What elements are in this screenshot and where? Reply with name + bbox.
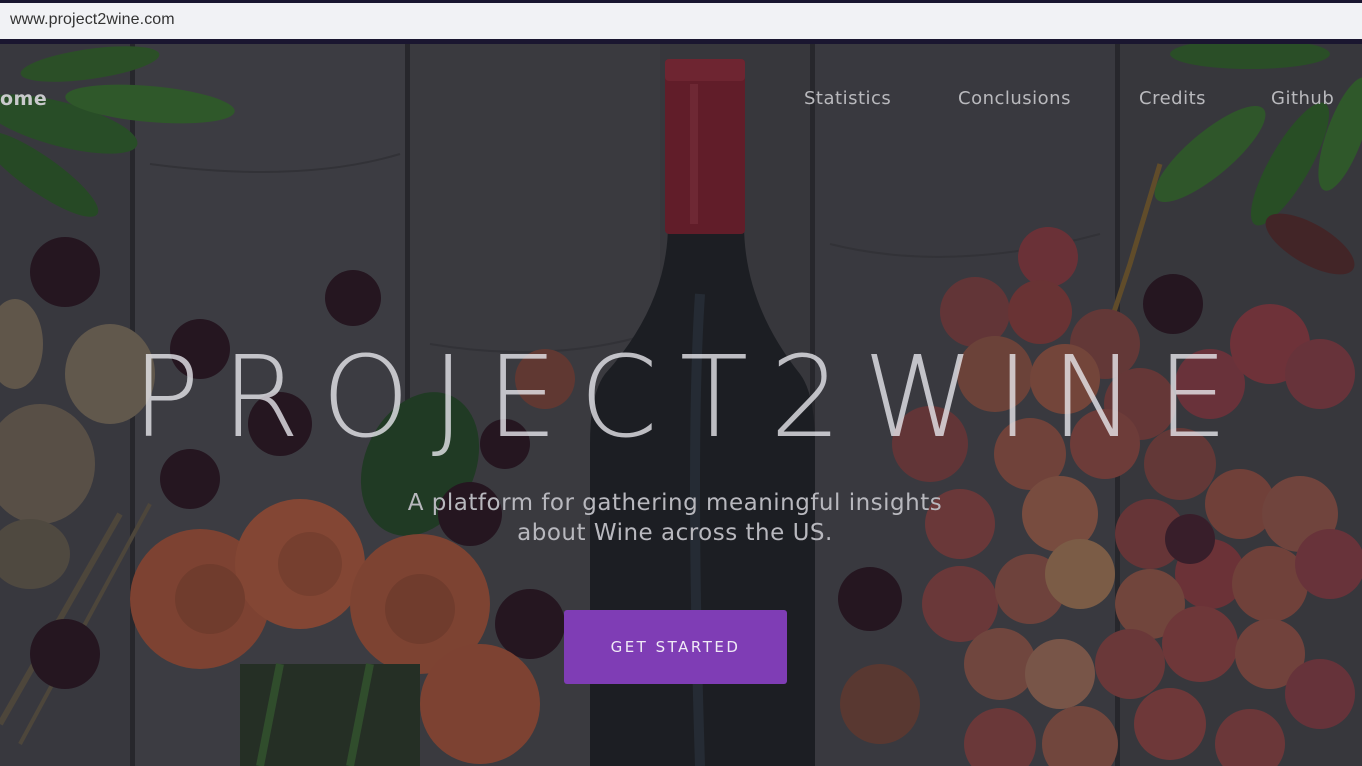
- nav-conclusions[interactable]: Conclusions: [958, 88, 1071, 109]
- hero-section: ome Statistics Conclusions Credits Githu…: [0, 44, 1362, 766]
- hero-subtitle: A platform for gathering meaningful insi…: [350, 488, 1000, 548]
- nav-statistics[interactable]: Statistics: [804, 88, 891, 109]
- nav-github[interactable]: Github: [1271, 88, 1334, 109]
- get-started-button[interactable]: GET STARTED: [564, 610, 787, 684]
- nav-credits[interactable]: Credits: [1139, 88, 1206, 109]
- address-bar[interactable]: www.project2wine.com: [0, 3, 1362, 39]
- hero-title: PROJECT2WINE: [132, 333, 1250, 463]
- hero-subtitle-line2: about Wine across the US.: [517, 520, 833, 546]
- nav-home[interactable]: ome: [0, 88, 47, 110]
- url-text[interactable]: www.project2wine.com: [10, 11, 175, 29]
- hero-subtitle-line1: A platform for gathering meaningful insi…: [407, 490, 943, 516]
